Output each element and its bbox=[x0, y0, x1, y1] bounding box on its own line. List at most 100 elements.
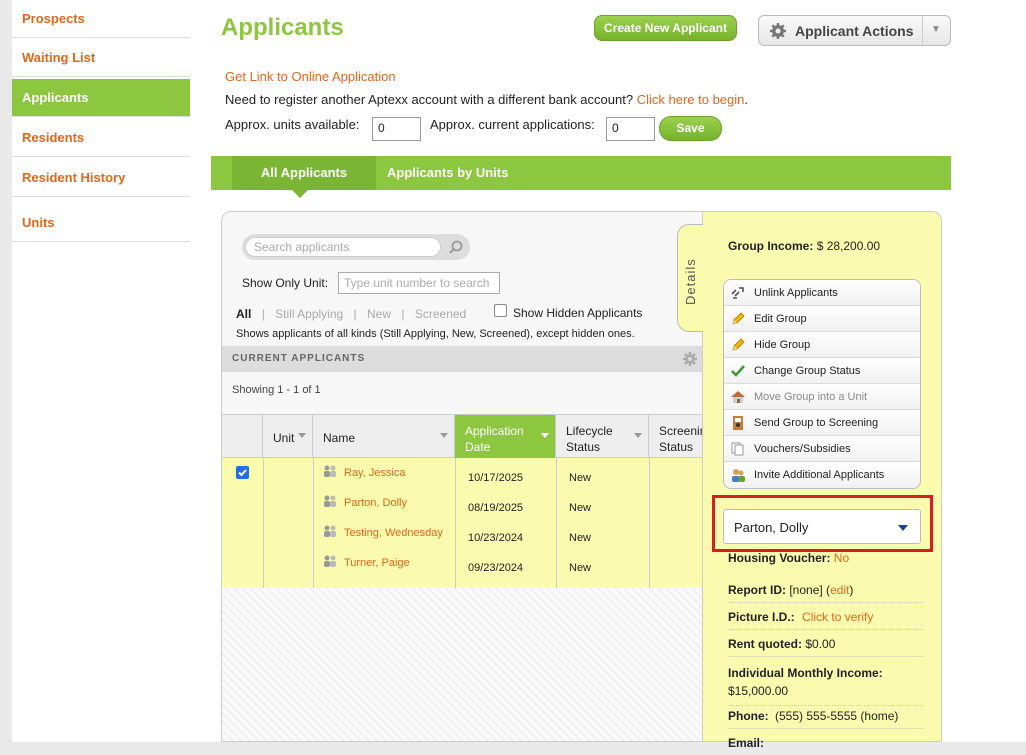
sidebar-item-residents[interactable]: Residents bbox=[12, 119, 190, 157]
picture-id-label: Picture I.D.: bbox=[728, 610, 795, 624]
pencil-icon bbox=[732, 338, 745, 351]
phone-value: (555) 555-5555 (home) bbox=[775, 709, 899, 723]
add-people-icon bbox=[732, 469, 745, 482]
tab-bar: All Applicants Applicants by Units bbox=[211, 156, 951, 190]
create-new-applicant-button[interactable]: Create New Applicant bbox=[594, 15, 737, 41]
column-unit[interactable]: Unit bbox=[263, 415, 313, 459]
column-label: Unit bbox=[273, 431, 295, 445]
sidebar-item-resident-history[interactable]: Resident History bbox=[12, 159, 190, 197]
column-label: Lifecycle Status bbox=[566, 424, 613, 454]
table-row[interactable]: Ray, Jessica 10/17/2025 New Parton, Doll… bbox=[222, 458, 702, 588]
checkmark-icon bbox=[238, 469, 247, 477]
application-date: 10/17/2025 bbox=[468, 472, 524, 484]
unlink-icon bbox=[731, 287, 744, 299]
click-here-link[interactable]: Click here to begin bbox=[637, 92, 745, 107]
sidebar-item-waiting-list[interactable]: Waiting List bbox=[12, 39, 190, 77]
show-hidden-checkbox[interactable] bbox=[494, 304, 507, 317]
filter-separator: | bbox=[353, 307, 357, 321]
group-income-label: Group Income: bbox=[728, 239, 814, 253]
filter-links: All | Still Applying | New | Screened bbox=[236, 307, 466, 321]
column-lifecycle-status[interactable]: Lifecycle Status bbox=[556, 415, 649, 459]
applicant-actions-button[interactable]: Applicant Actions ▼ bbox=[758, 15, 951, 46]
lifecycle-status: New bbox=[569, 562, 592, 574]
column-screening-status[interactable]: Screening Status bbox=[649, 415, 702, 459]
documents-icon bbox=[731, 442, 744, 456]
units-available-input[interactable]: 0 bbox=[372, 117, 421, 141]
column-divider bbox=[313, 458, 314, 588]
current-applications-input[interactable]: 0 bbox=[606, 117, 655, 141]
filter-new[interactable]: New bbox=[367, 307, 391, 321]
report-id-edit-link[interactable]: edit bbox=[830, 583, 849, 597]
phone-label: Phone: bbox=[728, 709, 769, 723]
tab-applicants-by-units[interactable]: Applicants by Units bbox=[387, 156, 508, 190]
hide-group-item[interactable]: Hide Group bbox=[724, 332, 920, 358]
click-to-verify-link[interactable]: Click to verify bbox=[802, 610, 873, 624]
sort-arrow-icon bbox=[634, 433, 642, 438]
menu-item-label: Edit Group bbox=[754, 313, 807, 325]
sidebar-item-prospects[interactable]: Prospects bbox=[12, 0, 190, 38]
register-end: . bbox=[744, 92, 748, 107]
application-date: 08/19/2025 bbox=[468, 502, 524, 514]
monthly-income-value: $15,000.00 bbox=[728, 684, 789, 698]
active-tab-pointer bbox=[292, 190, 308, 198]
phone-row: Phone: (555) 555-5555 (home) bbox=[728, 709, 923, 729]
chevron-down-icon[interactable]: ▼ bbox=[931, 24, 941, 35]
sidebar-item-units[interactable]: Units bbox=[12, 204, 190, 242]
filter-separator: | bbox=[401, 307, 405, 321]
details-toggle-tab[interactable]: Details bbox=[677, 224, 703, 332]
change-group-status-item[interactable]: Change Group Status bbox=[724, 358, 920, 384]
units-label: Approx. units available: bbox=[225, 117, 360, 132]
checkmark-icon bbox=[731, 365, 745, 377]
applications-label: Approx. current applications: bbox=[430, 117, 595, 132]
report-id-label: Report ID: bbox=[728, 583, 786, 597]
monthly-income-row: Individual Monthly Income: $15,000.00 bbox=[728, 664, 923, 706]
edit-group-item[interactable]: Edit Group bbox=[724, 306, 920, 332]
invite-additional-applicants-item[interactable]: Invite Additional Applicants bbox=[724, 462, 920, 488]
picture-id-row: Picture I.D.: Click to verify bbox=[728, 610, 923, 630]
gear-icon bbox=[770, 23, 786, 39]
column-divider bbox=[649, 458, 650, 588]
people-icon bbox=[324, 495, 336, 507]
get-link-online-application[interactable]: Get Link to Online Application bbox=[225, 69, 396, 84]
gear-icon[interactable] bbox=[682, 351, 698, 367]
house-icon bbox=[731, 391, 745, 403]
save-button[interactable]: Save bbox=[659, 116, 722, 141]
vouchers-subsidies-item[interactable]: Vouchers/Subsidies bbox=[724, 436, 920, 462]
filter-still-applying[interactable]: Still Applying bbox=[275, 307, 343, 321]
people-icon bbox=[324, 555, 336, 567]
group-actions-menu: Unlink Applicants Edit Group Hide Group … bbox=[723, 279, 921, 489]
register-prompt: Need to register another Aptexx account … bbox=[225, 92, 634, 107]
menu-item-label: Change Group Status bbox=[754, 365, 861, 377]
applicant-name-link[interactable]: Turner, Paige bbox=[344, 557, 410, 569]
group-income-value: $ 28,200.00 bbox=[816, 239, 881, 253]
row-checkbox[interactable] bbox=[236, 466, 249, 479]
unit-search-input[interactable]: Type unit number to search bbox=[338, 272, 500, 294]
applicant-name-link[interactable]: Testing, Wednesday bbox=[344, 527, 443, 539]
rent-quoted-label: Rent quoted: bbox=[728, 637, 802, 651]
filter-screened[interactable]: Screened bbox=[415, 307, 466, 321]
applicant-name-link[interactable]: Parton, Dolly bbox=[344, 497, 407, 509]
search-icon[interactable] bbox=[448, 239, 464, 255]
column-label: Screening Status bbox=[659, 424, 702, 454]
send-group-to-screening-item[interactable]: Send Group to Screening bbox=[724, 410, 920, 436]
column-divider bbox=[263, 458, 264, 588]
housing-voucher-value[interactable]: No bbox=[834, 551, 849, 565]
sidebar-item-applicants[interactable]: Applicants bbox=[12, 79, 190, 117]
empty-table-area bbox=[222, 588, 702, 741]
rent-quoted-row: Rent quoted: $0.00 bbox=[728, 637, 923, 657]
lifecycle-status: New bbox=[569, 472, 592, 484]
unlink-applicants-item[interactable]: Unlink Applicants bbox=[724, 280, 920, 306]
lifecycle-status: New bbox=[569, 532, 592, 544]
tab-all-applicants[interactable]: All Applicants bbox=[232, 156, 376, 190]
filter-all[interactable]: All bbox=[236, 307, 251, 321]
applicant-name-link[interactable]: Ray, Jessica bbox=[344, 467, 406, 479]
menu-item-label: Hide Group bbox=[754, 339, 811, 351]
move-group-into-unit-item[interactable]: Move Group into a Unit bbox=[724, 384, 920, 410]
email-label: Email: bbox=[728, 736, 765, 750]
report-id-row: Report ID: [none] (edit) bbox=[728, 583, 923, 603]
showing-count: Showing 1 - 1 of 1 bbox=[232, 384, 321, 396]
show-hidden-label: Show Hidden Applicants bbox=[513, 306, 643, 320]
column-name[interactable]: Name bbox=[313, 415, 455, 459]
column-application-date[interactable]: Application Date bbox=[455, 415, 556, 459]
search-input[interactable]: Search applicants bbox=[245, 237, 441, 257]
